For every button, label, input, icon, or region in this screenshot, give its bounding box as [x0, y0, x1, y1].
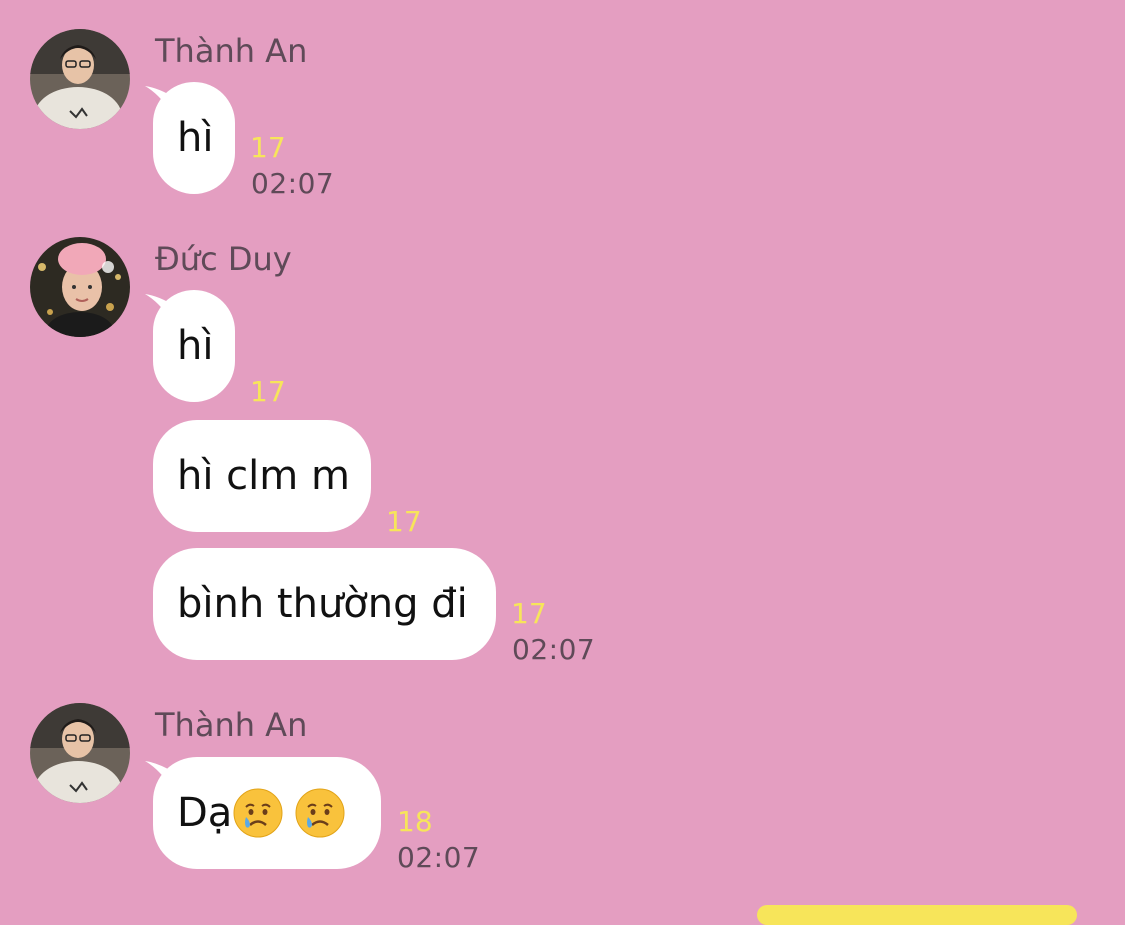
chat-message-list[interactable]: Thành An hì 17 02:07 Đức Duy hì 17 hì cl…: [0, 0, 1125, 925]
outgoing-message-bubble[interactable]: [757, 905, 1077, 925]
bubble-tail: [145, 761, 175, 787]
user-avatar-icon: [30, 29, 130, 129]
bubble-tail: [145, 86, 175, 112]
sender-name: Thành An: [155, 706, 308, 744]
user-avatar-icon: [30, 703, 130, 803]
read-count: 17: [250, 375, 286, 408]
avatar[interactable]: [30, 29, 130, 129]
bubble-tail: [145, 294, 175, 320]
read-count: 18: [397, 805, 433, 838]
message-text: hì: [177, 115, 214, 161]
read-count: 17: [511, 597, 547, 630]
message-time: 02:07: [512, 633, 596, 666]
message-bubble[interactable]: hì: [145, 290, 235, 402]
avatar[interactable]: [30, 703, 130, 803]
sender-name: Thành An: [155, 32, 308, 70]
message-bubble[interactable]: hì: [145, 82, 235, 194]
message-text: bình thường đi: [177, 581, 468, 627]
read-count: 17: [386, 505, 422, 538]
avatar[interactable]: [30, 237, 130, 337]
message-text: Dạ: [177, 790, 233, 836]
message-time: 02:07: [251, 167, 335, 200]
message-time: 02:07: [397, 841, 481, 874]
message-bubble[interactable]: bình thường đi: [153, 548, 496, 660]
message-text: hì clm m: [177, 453, 350, 499]
message-bubble[interactable]: hì clm m: [153, 420, 371, 532]
read-count: 17: [250, 131, 286, 164]
crying-face-icon: [232, 787, 284, 839]
crying-face-icon: [294, 787, 346, 839]
sender-name: Đức Duy: [155, 240, 292, 278]
user-avatar-icon: [30, 237, 130, 337]
message-bubble[interactable]: Dạ: [145, 757, 381, 869]
message-text: hì: [177, 323, 214, 369]
